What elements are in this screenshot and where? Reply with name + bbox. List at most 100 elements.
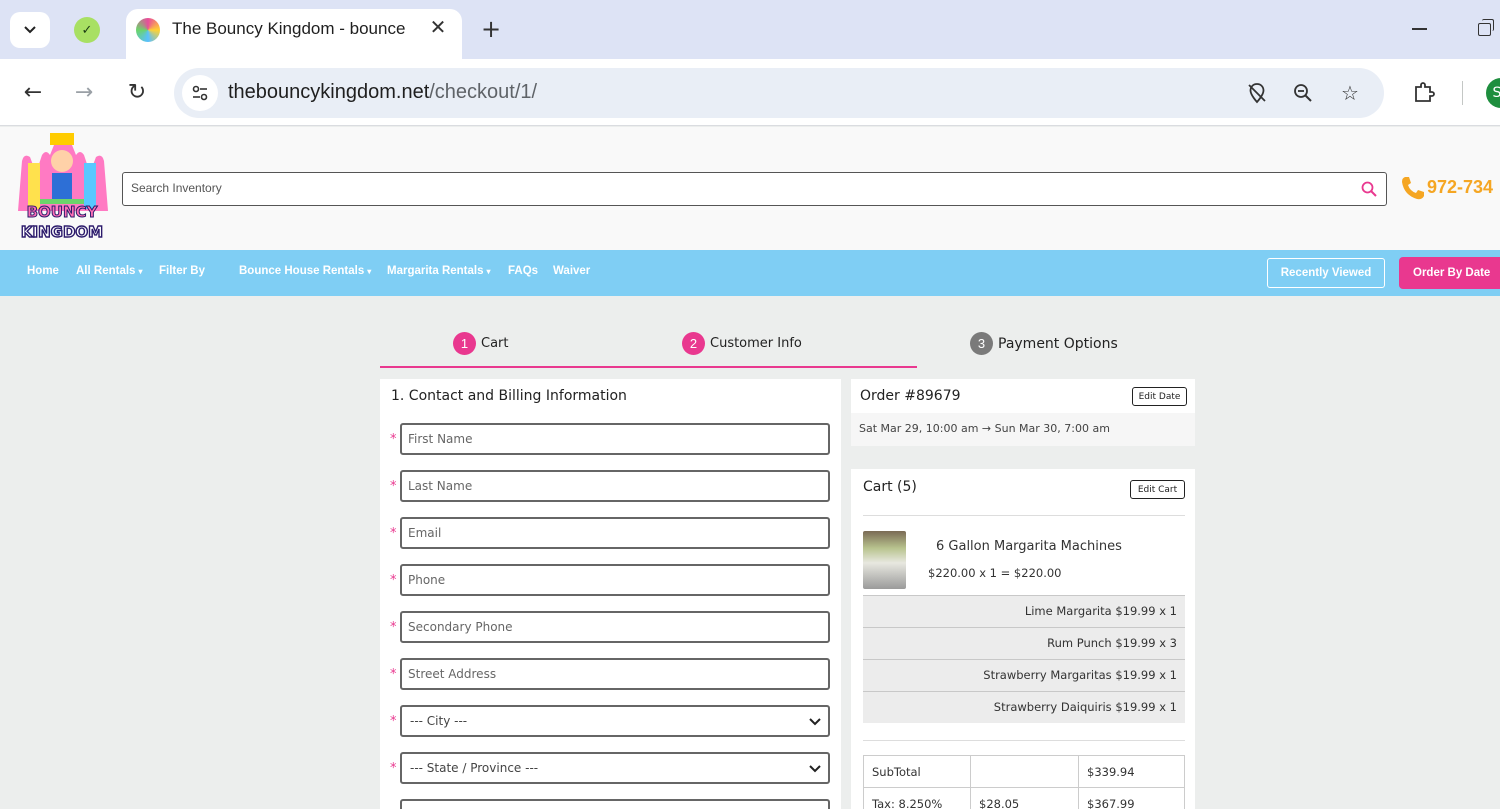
last-name-field[interactable]	[400, 470, 830, 502]
next-field-partial[interactable]	[400, 799, 830, 809]
last-name-input[interactable]	[402, 472, 828, 500]
location-off-icon[interactable]	[1244, 80, 1270, 106]
first-name-field[interactable]	[400, 423, 830, 455]
browser-toolbar: ← → ↻ thebouncykingdom.net/checkout/1/ ☆…	[0, 59, 1500, 126]
phone-input[interactable]	[402, 566, 828, 594]
recently-viewed-button[interactable]: Recently Viewed	[1267, 258, 1385, 288]
edit-cart-button[interactable]: Edit Cart	[1130, 480, 1185, 499]
bouncy-kingdom-logo[interactable]: BOUNCY KINGDOM	[14, 133, 110, 243]
phone-icon[interactable]	[1400, 175, 1424, 201]
caret-down-icon: ▾	[486, 267, 491, 276]
addon-row: Lime Margarita $19.99 x 1	[863, 595, 1185, 627]
required-asterisk: *	[390, 432, 397, 447]
first-name-input[interactable]	[402, 425, 828, 453]
nav-waiver[interactable]: Waiver	[553, 265, 590, 277]
email-field[interactable]	[400, 517, 830, 549]
section-title: 1. Contact and Billing Information	[391, 388, 627, 404]
street-address-input[interactable]	[402, 660, 828, 688]
nav-margarita-label: Margarita Rentals	[387, 265, 484, 277]
nav-faqs[interactable]: FAQs	[508, 265, 538, 277]
required-asterisk: *	[390, 761, 397, 776]
margarita-machine-image[interactable]	[863, 531, 906, 589]
state-select-value: --- State / Province ---	[410, 761, 539, 775]
reload-icon[interactable]: ↻	[121, 76, 153, 108]
addon-text: Lime Margarita $19.99 x 1	[1024, 604, 1177, 618]
addon-row: Rum Punch $19.99 x 3	[863, 627, 1185, 659]
step-number: 2	[682, 332, 705, 355]
step-number: 3	[970, 332, 993, 355]
url-path: /checkout/1/	[429, 81, 538, 103]
inventory-search-box[interactable]	[122, 172, 1387, 206]
step-label: Payment Options	[998, 335, 1118, 352]
chevron-down-icon	[809, 765, 821, 773]
phone-number[interactable]: 972-734	[1427, 177, 1493, 198]
url-domain: thebouncykingdom.net	[228, 81, 430, 103]
totals-amount: $28.05	[970, 787, 1079, 809]
step-label: Customer Info	[710, 336, 802, 351]
required-asterisk: *	[390, 526, 397, 541]
back-arrow-icon[interactable]: ←	[17, 76, 49, 108]
required-asterisk: *	[390, 573, 397, 588]
search-input[interactable]	[131, 181, 1331, 195]
nav-bounce-house-rentals[interactable]: Bounce House Rentals ▾	[239, 265, 371, 277]
state-select[interactable]: --- State / Province ---	[400, 752, 830, 784]
totals-running: $367.99	[1078, 787, 1185, 809]
product-name[interactable]: 6 Gallon Margarita Machines	[936, 539, 1122, 554]
city-select-value: --- City ---	[410, 714, 468, 728]
order-number: Order #89679	[860, 388, 961, 404]
email-input[interactable]	[402, 519, 828, 547]
extensions-puzzle-icon[interactable]	[1410, 78, 1438, 106]
edit-date-button[interactable]: Edit Date	[1132, 387, 1187, 406]
street-address-field[interactable]	[400, 658, 830, 690]
nav-filter-by-label: Filter By	[159, 265, 206, 277]
step-payment-options[interactable]: 3 Payment Options	[970, 332, 1118, 355]
checkout-steps: 1 Cart 2 Customer Info 3 Payment Options	[380, 328, 1170, 368]
chevron-down-icon	[809, 718, 821, 726]
site-info-icon[interactable]	[182, 75, 218, 111]
chevron-down-icon	[24, 26, 36, 34]
profile-avatar[interactable]: S	[1486, 78, 1500, 108]
required-asterisk: *	[390, 714, 397, 729]
nav-margarita-rentals[interactable]: Margarita Rentals ▾	[387, 265, 491, 277]
address-bar[interactable]: thebouncykingdom.net/checkout/1/ ☆	[174, 68, 1384, 118]
addon-row: Strawberry Daiquiris $19.99 x 1	[863, 691, 1185, 723]
nav-all-rentals[interactable]: All Rentals ▾	[76, 265, 142, 277]
site-header: BOUNCY KINGDOM 972-734	[0, 127, 1500, 250]
product-price: $220.00 x 1 = $220.00	[928, 566, 1062, 580]
bookmark-star-icon[interactable]: ☆	[1337, 80, 1363, 106]
secondary-phone-field[interactable]	[400, 611, 830, 643]
nav-home[interactable]: Home	[27, 265, 59, 277]
forward-arrow-icon[interactable]: →	[68, 76, 100, 108]
cart-title: Cart (5)	[863, 479, 917, 495]
search-icon[interactable]	[1360, 180, 1378, 198]
totals-row: Tax: 8.250% $28.05 $367.99	[863, 787, 1185, 809]
required-asterisk: *	[390, 479, 397, 494]
order-by-date-button[interactable]: Order By Date	[1399, 257, 1500, 289]
step-customer-info[interactable]: 2 Customer Info	[682, 332, 802, 355]
nav-faqs-label: FAQs	[508, 265, 539, 277]
caret-down-icon: ▾	[138, 267, 143, 276]
nav-home-label: Home	[27, 265, 59, 277]
tab-search-button[interactable]	[10, 12, 50, 48]
minimize-window-icon[interactable]	[1408, 16, 1432, 40]
city-select[interactable]: --- City ---	[400, 705, 830, 737]
caret-down-icon: ▾	[367, 267, 372, 276]
secondary-phone-input[interactable]	[402, 613, 828, 641]
step-label: Cart	[481, 336, 509, 351]
zoom-out-icon[interactable]	[1290, 80, 1316, 106]
phone-field[interactable]	[400, 564, 830, 596]
browser-tab-active[interactable]: The Bouncy Kingdom - bounce ✕	[126, 9, 462, 59]
addon-text: Strawberry Daiquiris $19.99 x 1	[993, 700, 1177, 714]
pinned-extension-icon[interactable]: ✓	[74, 17, 100, 43]
toolbar-separator	[1462, 81, 1463, 105]
order-dates: Sat Mar 29, 10:00 am → Sun Mar 30, 7:00 …	[859, 422, 1110, 435]
nav-bounce-house-label: Bounce House Rentals	[239, 265, 365, 277]
totals-amount	[970, 755, 1079, 788]
close-tab-icon[interactable]: ✕	[426, 15, 450, 39]
nav-waiver-label: Waiver	[553, 265, 591, 277]
restore-window-icon[interactable]	[1474, 16, 1498, 40]
divider	[863, 740, 1185, 741]
nav-filter-by[interactable]: Filter By	[159, 265, 205, 277]
new-tab-icon[interactable]: +	[478, 15, 504, 43]
step-cart[interactable]: 1 Cart	[453, 332, 509, 355]
